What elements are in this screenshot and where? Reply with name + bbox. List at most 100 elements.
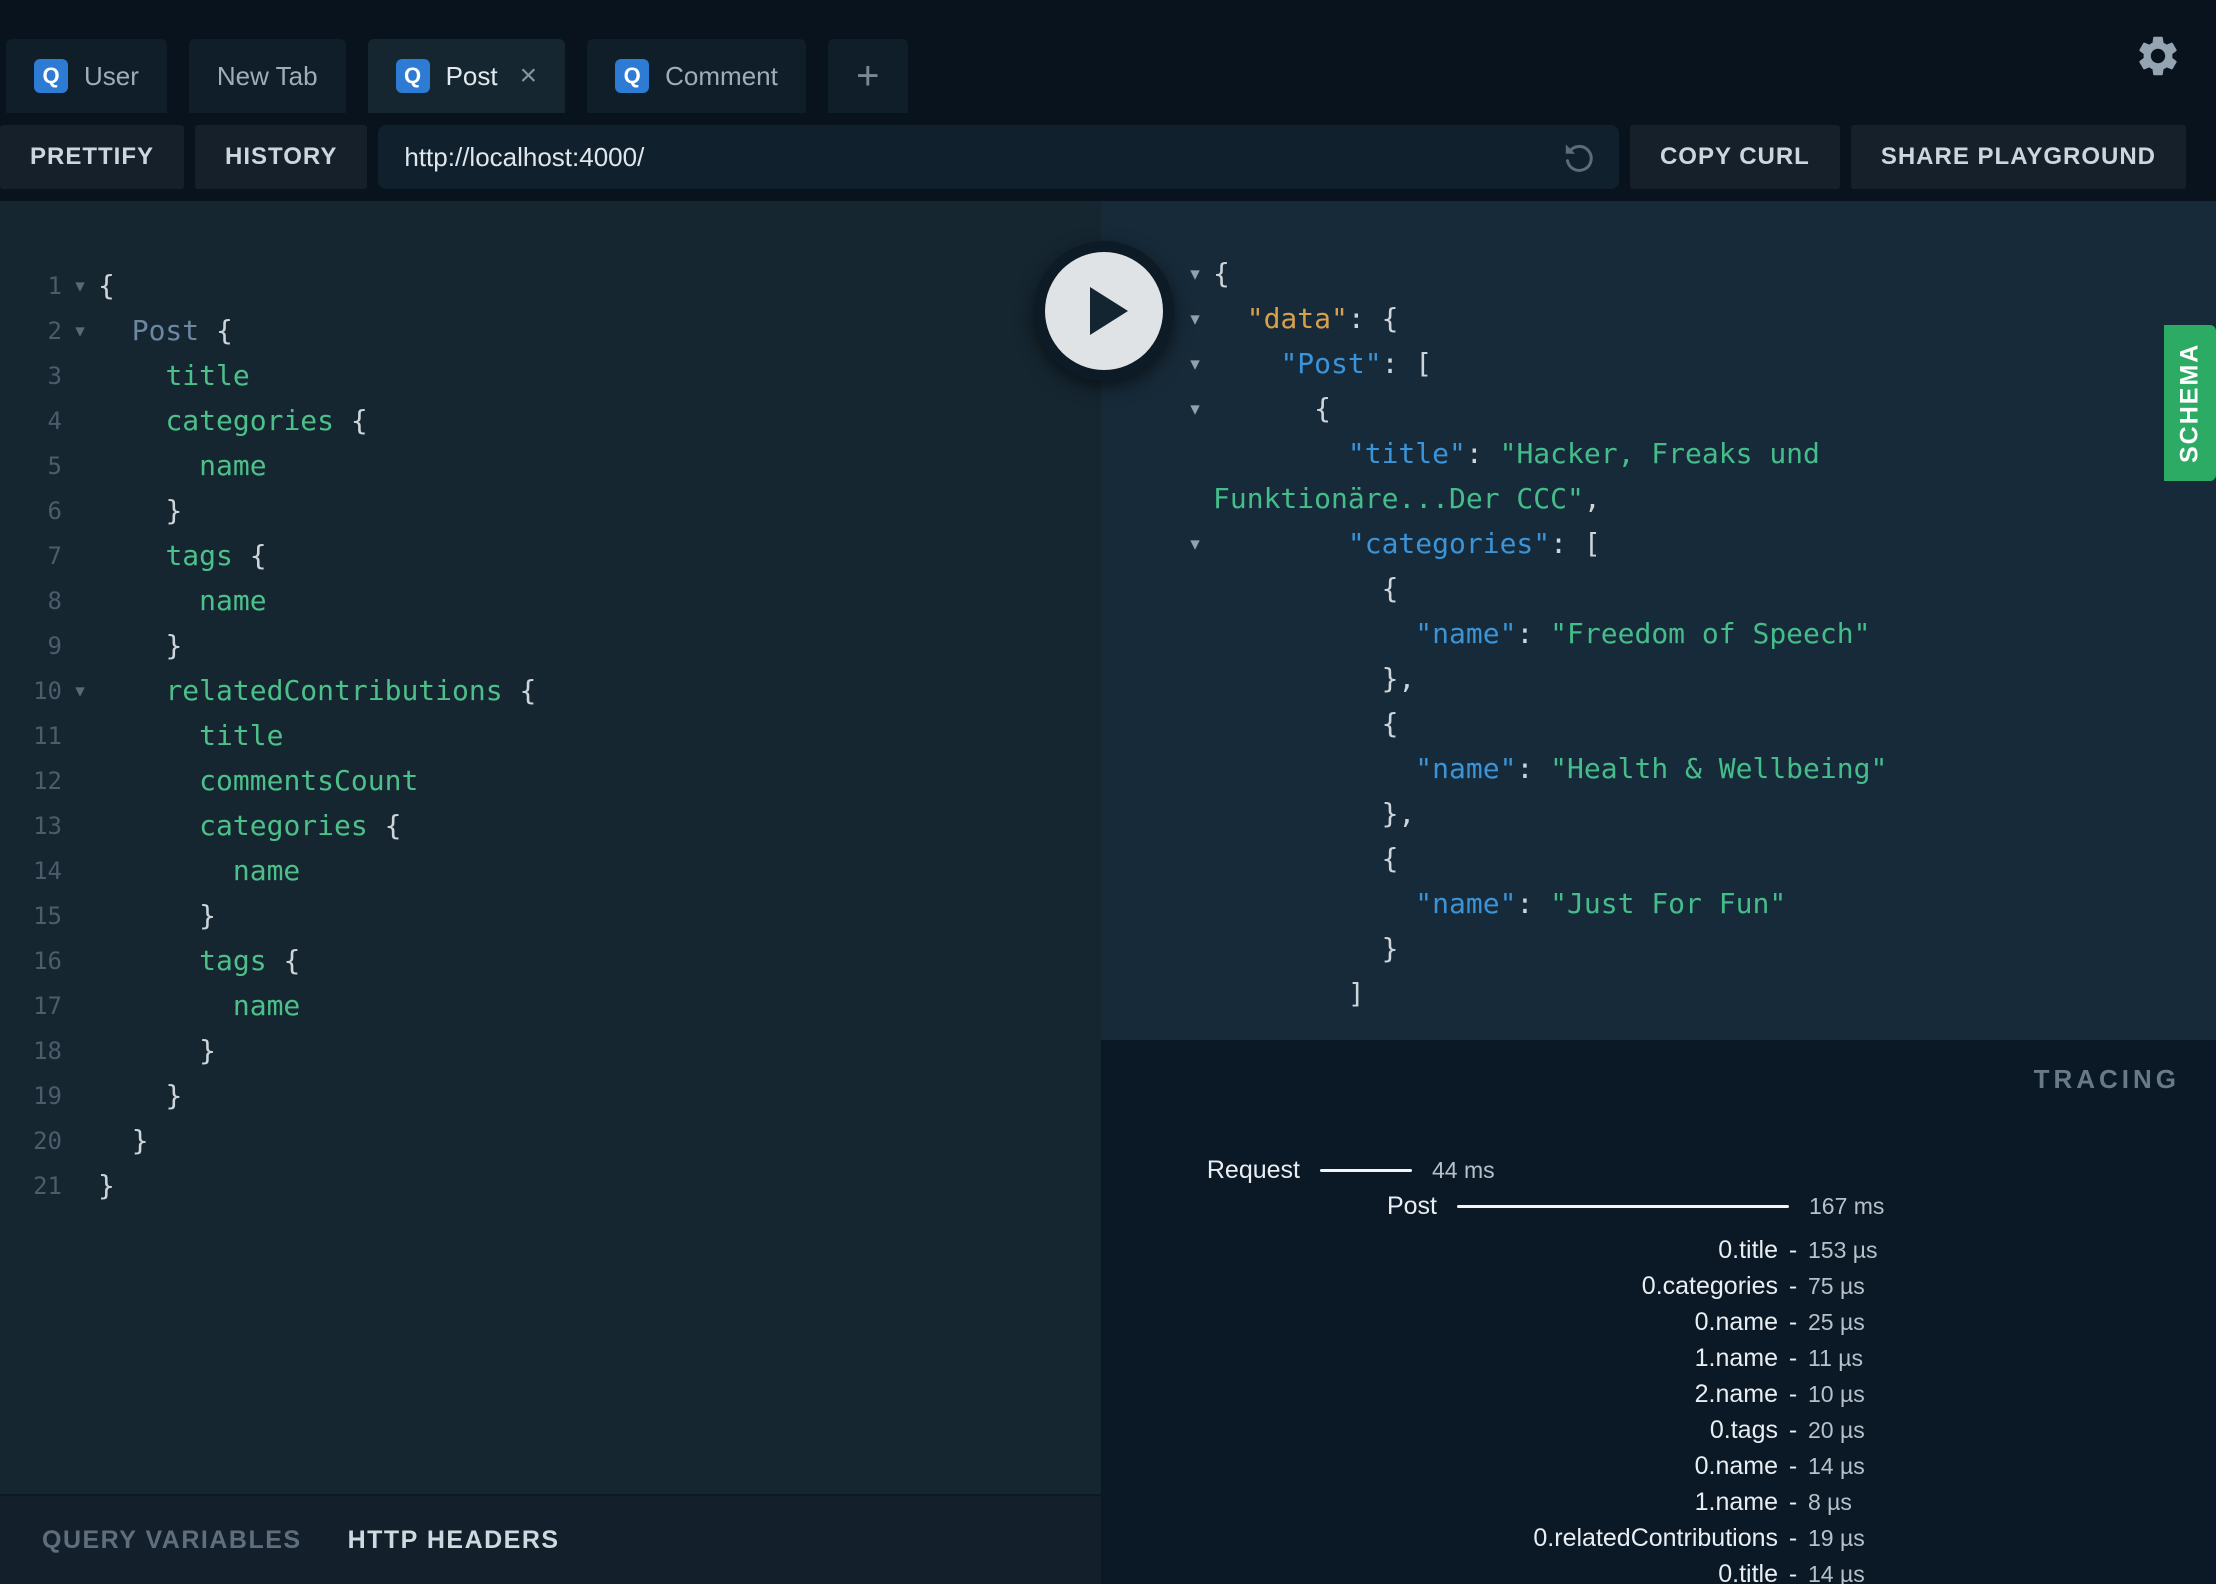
tracing-time: 167 ms [1809,1192,1885,1219]
code-line[interactable]: 14 name [0,848,1101,893]
tracing-row: 0.name -14 µs [1694,1451,1865,1480]
line-number: 20 [33,1126,62,1155]
code-line[interactable]: 2 ▾ Post { [0,308,1101,353]
code-line: }, [1177,791,2216,836]
fold-arrow-icon[interactable]: ▾ [62,680,98,702]
line-number: 16 [33,946,62,975]
tracing-row: 0.tags -20 µs [1709,1415,1865,1444]
code-text: } [98,1169,115,1202]
code-text: "name": "Freedom of Speech" [1415,617,1871,650]
add-tab-button[interactable]: + [827,39,908,113]
reload-icon[interactable] [1561,139,1597,175]
code-line: ▾ { [1177,386,2216,431]
response-lines: ▾{▾ "data": {▾ "Post": [▾ { "title": "Ha… [1177,251,2216,1016]
code-line: ▾ "data": { [1177,296,2216,341]
fold-arrow-icon[interactable]: ▾ [1177,398,1213,420]
tab-comment[interactable]: Q Comment [587,39,806,113]
code-line[interactable]: 19 } [0,1073,1101,1118]
code-line: { [1177,836,2216,881]
tab-post[interactable]: Q Post × [367,39,566,113]
endpoint-url-input[interactable] [378,125,1619,189]
code-text: title [199,719,284,752]
fold-arrow-icon[interactable]: ▾ [1177,263,1213,285]
tracing-row: 0.relatedContributions -19 µs [1533,1523,1865,1552]
fold-arrow-icon[interactable]: ▾ [1177,353,1213,375]
code-text: } [1381,932,1399,965]
code-line[interactable]: 3 title [0,353,1101,398]
line-number: 9 [47,631,62,660]
line-number: 8 [47,586,62,615]
code-line[interactable]: 4 categories { [0,398,1101,443]
tracing-request-row: Request 44 ms [1101,1152,2216,1188]
code-line[interactable]: 5 name [0,443,1101,488]
code-text: categories { [199,809,402,842]
query-editor[interactable]: 1 ▾{2 ▾ Post {3 title 4 categories {5 name 6… [0,201,1101,1494]
fold-arrow-icon[interactable]: ▾ [62,320,98,342]
code-text: name [232,854,301,887]
query-variables-tab[interactable]: QUERY VARIABLES [42,1526,302,1555]
settings-gear-icon[interactable] [2134,32,2182,80]
code-line[interactable]: 6 } [0,488,1101,533]
line-number: 3 [47,361,62,390]
code-line[interactable]: 7 tags { [0,533,1101,578]
duration-bar [1457,1204,1789,1208]
code-text: } [199,899,217,932]
close-tab-icon[interactable]: × [520,61,538,91]
code-text: } [165,629,183,662]
code-line: { [1177,701,2216,746]
tab-user[interactable]: Q User [6,39,167,113]
code-text: "name": "Health & Wellbeing" [1415,752,1888,785]
code-text: Post { [131,314,233,347]
schema-tab[interactable]: SCHEMA [2164,325,2216,481]
code-line[interactable]: 17 name [0,983,1101,1028]
fold-arrow-icon[interactable]: ▾ [1177,533,1213,555]
http-headers-tab[interactable]: HTTP HEADERS [348,1526,560,1555]
fold-arrow-icon[interactable]: ▾ [1177,308,1213,330]
query-badge-icon: Q [615,59,650,93]
line-number: 19 [33,1081,62,1110]
tab-label: Post [445,60,498,91]
code-text: title [165,359,250,392]
code-line[interactable]: 10 ▾ relatedContributions { [0,668,1101,713]
share-playground-button[interactable]: SHARE PLAYGROUND [1850,125,2186,189]
code-line[interactable]: 8 name [0,578,1101,623]
code-text: categories { [165,404,368,437]
code-text: tags { [165,539,267,572]
code-line: } [1177,926,2216,971]
execute-button-face [1045,252,1163,370]
prettify-button[interactable]: PRETTIFY [0,125,185,189]
code-line[interactable]: 16 tags { [0,938,1101,983]
fold-arrow-icon[interactable]: ▾ [62,275,98,297]
code-text: } [165,494,183,527]
code-line: ▾ "categories": [ [1177,521,2216,566]
query-badge-icon: Q [395,59,430,93]
code-text: "data": { [1246,302,1399,335]
line-number: 15 [33,901,62,930]
history-button[interactable]: HISTORY [195,125,368,189]
code-line[interactable]: 21} [0,1163,1101,1208]
main-split: 1 ▾{2 ▾ Post {3 title 4 categories {5 name 6… [0,201,2216,1584]
line-number: 17 [33,991,62,1020]
endpoint-bar [378,125,1619,189]
code-line[interactable]: 12 commentsCount [0,758,1101,803]
line-number: 6 [47,496,62,525]
tab-label: Comment [665,60,778,91]
line-number: 21 [33,1171,62,1200]
tracing-resolver-row: Post 167 ms [1101,1188,2216,1224]
code-line[interactable]: 11 title [0,713,1101,758]
code-line[interactable]: 18 } [0,1028,1101,1073]
execute-button[interactable] [1034,241,1174,381]
tab-new-tab[interactable]: New Tab [188,39,346,113]
code-text: } [199,1034,217,1067]
code-line[interactable]: 1 ▾{ [0,263,1101,308]
code-text: } [165,1079,183,1112]
code-line[interactable]: 15 } [0,893,1101,938]
toolbar: PRETTIFY HISTORY COPY CURL SHARE PLAYGRO… [0,113,2216,201]
code-line[interactable]: 9 } [0,623,1101,668]
code-line[interactable]: 13 categories { [0,803,1101,848]
copy-curl-button[interactable]: COPY CURL [1629,125,1840,189]
code-text: }, [1381,662,1416,695]
query-editor-lines: 1 ▾{2 ▾ Post {3 title 4 categories {5 name 6… [0,263,1101,1208]
line-number: 4 [47,406,62,435]
code-line[interactable]: 20 } [0,1118,1101,1163]
